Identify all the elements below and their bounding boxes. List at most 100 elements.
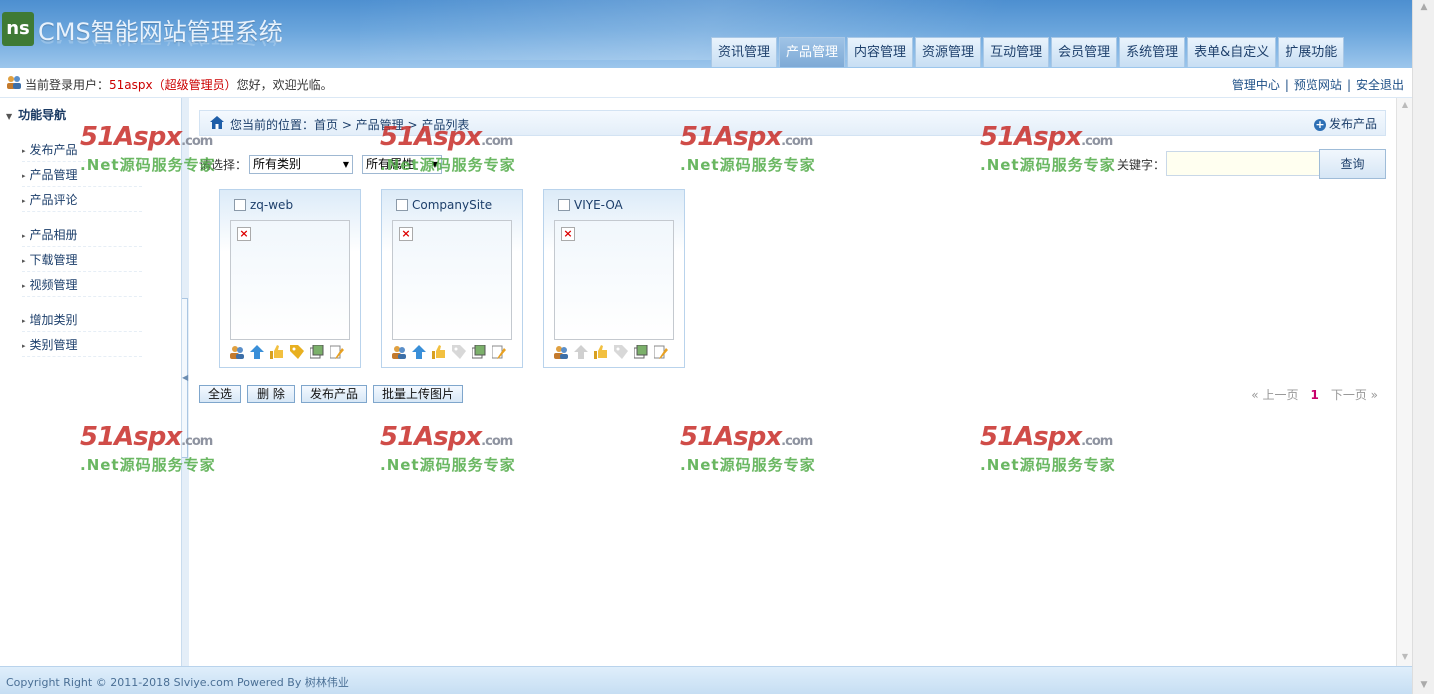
sidebar-item-product-album[interactable]: ▸ 产品相册 [22, 225, 142, 247]
content-scrollbar[interactable]: ▲ ▼ [1396, 98, 1412, 666]
scroll-down-icon[interactable]: ▼ [1417, 680, 1431, 690]
user-bar: 当前登录用户：51aspx（超级管理员）您好，欢迎光临。 管理中心 | 预览网站 | 安… [0, 68, 1412, 98]
tab-forms[interactable]: 表单&自定义 [1187, 37, 1277, 67]
collapse-handle[interactable]: ◀ [182, 298, 188, 458]
copy-icon[interactable] [634, 345, 648, 359]
product-checkbox[interactable] [396, 199, 408, 211]
sidebar-item-videos[interactable]: ▸ 视频管理 [22, 275, 142, 297]
product-tools [392, 345, 506, 359]
window-scrollbar[interactable]: ▲ ▼ [1412, 0, 1434, 694]
publish-product-link[interactable]: + 发布产品 [1313, 115, 1377, 132]
breadcrumb: 您当前的位置：首页 > 产品管理 > 产品列表 [230, 118, 470, 132]
broken-image-icon: × [561, 227, 575, 241]
current-page: 1 [1310, 388, 1319, 402]
batch-upload-button[interactable]: 批量上传图片 [373, 385, 463, 403]
product-name[interactable]: zq-web [250, 198, 293, 212]
product-tools [230, 345, 344, 359]
copy-icon[interactable] [310, 345, 324, 359]
home-icon [210, 116, 224, 129]
product-card: zq-web × [219, 189, 361, 368]
product-card: CompanySite × [381, 189, 523, 368]
edit-icon[interactable] [492, 345, 506, 359]
tag-icon[interactable] [614, 345, 628, 359]
arrow-up-icon[interactable] [574, 345, 588, 359]
thumbs-up-icon[interactable] [594, 345, 608, 359]
scroll-down-icon[interactable]: ▼ [1399, 652, 1411, 661]
scroll-up-icon[interactable]: ▲ [1417, 2, 1431, 12]
system-title-reflection: CMS智能网站管理系统 [38, 40, 283, 54]
tag-icon[interactable] [290, 345, 304, 359]
product-name[interactable]: VIYE-OA [574, 198, 623, 212]
category-select[interactable]: 所有类别 ▼ [249, 155, 353, 174]
collapse-triangle-icon: ▼ [6, 112, 13, 121]
footer: Copyright Right © 2011-2018 Slviye.com P… [0, 666, 1412, 694]
main-nav: 资讯管理 产品管理 内容管理 资源管理 互动管理 会员管理 系统管理 表单&自定… [711, 37, 1345, 67]
tab-resources[interactable]: 资源管理 [915, 37, 982, 67]
copy-icon[interactable] [472, 345, 486, 359]
sidebar-splitter[interactable]: ◀ [181, 98, 189, 666]
filter-label: 请选择： [199, 158, 248, 172]
sidebar-item-category-manage[interactable]: ▸ 类别管理 [22, 335, 142, 357]
next-page-link[interactable]: 下一页 » [1331, 388, 1378, 402]
edit-icon[interactable] [654, 345, 668, 359]
chevron-left-icon: ◀ [182, 373, 189, 382]
link-admin-center[interactable]: 管理中心 [1232, 78, 1280, 92]
login-username: 51aspx（超级管理员） [109, 78, 237, 92]
app-header: ns CMS智能网站管理系统 CMS智能网站管理系统 资讯管理 产品管理 内容管… [0, 0, 1412, 68]
delete-button[interactable]: 删 除 [247, 385, 295, 403]
attribute-select[interactable]: 所有属性 ▼ [362, 155, 442, 174]
tag-icon[interactable] [452, 345, 466, 359]
arrow-up-icon[interactable] [412, 345, 426, 359]
search-button[interactable]: 查询 [1319, 149, 1386, 179]
broken-image-icon: × [399, 227, 413, 241]
product-thumbnail[interactable]: × [392, 220, 512, 340]
breadcrumb-bar: 您当前的位置：首页 > 产品管理 > 产品列表 + 发布产品 [199, 110, 1386, 136]
sidebar-item-product-comments[interactable]: ▸ 产品评论 [22, 190, 142, 212]
prev-page-link[interactable]: « 上一页 [1251, 388, 1298, 402]
sidebar-item-add-category[interactable]: ▸ 增加类别 [22, 310, 142, 332]
pagination: « 上一页 1 下一页 » [1251, 386, 1378, 403]
product-thumbnail[interactable]: × [230, 220, 350, 340]
copyright-text: Copyright Right © 2011-2018 Slviye.com P… [6, 676, 349, 689]
select-all-button[interactable]: 全选 [199, 385, 241, 403]
users-icon [7, 76, 21, 89]
login-prefix: 当前登录用户： [25, 78, 110, 92]
broken-image-icon: × [237, 227, 251, 241]
thumbs-up-icon[interactable] [270, 345, 284, 359]
sidebar-item-product-manage[interactable]: ▸ 产品管理 [22, 165, 142, 187]
chevron-down-icon: ▼ [431, 160, 438, 169]
tab-products[interactable]: 产品管理 [779, 37, 846, 67]
sidebar-title[interactable]: ▼ 功能导航 [6, 106, 66, 123]
link-logout[interactable]: 安全退出 [1356, 78, 1404, 92]
sidebar-item-downloads[interactable]: ▸ 下载管理 [22, 250, 142, 272]
product-tools [554, 345, 668, 359]
main-panel: 您当前的位置：首页 > 产品管理 > 产品列表 + 发布产品 请选择： 所有类别 ▼… [189, 98, 1396, 666]
sidebar-item-publish-product[interactable]: ▸ 发布产品 [22, 140, 142, 162]
keyword-input[interactable] [1166, 151, 1321, 176]
tab-extensions[interactable]: 扩展功能 [1278, 37, 1345, 67]
users-icon[interactable] [230, 345, 244, 359]
publish-product-button[interactable]: 发布产品 [301, 385, 367, 403]
keyword-label: 关键字： [1117, 158, 1166, 172]
chevron-down-icon: ▼ [342, 160, 349, 169]
product-checkbox[interactable] [234, 199, 246, 211]
edit-icon[interactable] [330, 345, 344, 359]
tab-news[interactable]: 资讯管理 [711, 37, 778, 67]
product-card: VIYE-OA × [543, 189, 685, 368]
tab-system[interactable]: 系统管理 [1119, 37, 1186, 67]
arrow-up-icon[interactable] [250, 345, 264, 359]
users-icon[interactable] [554, 345, 568, 359]
link-preview-site[interactable]: 预览网站 [1294, 78, 1342, 92]
product-name[interactable]: CompanySite [412, 198, 492, 212]
product-checkbox[interactable] [558, 199, 570, 211]
login-greeting: 您好，欢迎光临。 [236, 78, 333, 92]
tab-content[interactable]: 内容管理 [847, 37, 914, 67]
top-links: 管理中心 | 预览网站 | 安全退出 [1231, 78, 1404, 92]
scroll-up-icon[interactable]: ▲ [1399, 100, 1411, 109]
thumbs-up-icon[interactable] [432, 345, 446, 359]
product-thumbnail[interactable]: × [554, 220, 674, 340]
tab-interaction[interactable]: 互动管理 [983, 37, 1050, 67]
users-icon[interactable] [392, 345, 406, 359]
sidebar: ▼ 功能导航 ▸ 发布产品 ▸ 产品管理 ▸ 产品评论 ▸ 产品相册 ▸ 下载管理 ▸ 视频管… [0, 98, 181, 666]
tab-members[interactable]: 会员管理 [1051, 37, 1118, 67]
